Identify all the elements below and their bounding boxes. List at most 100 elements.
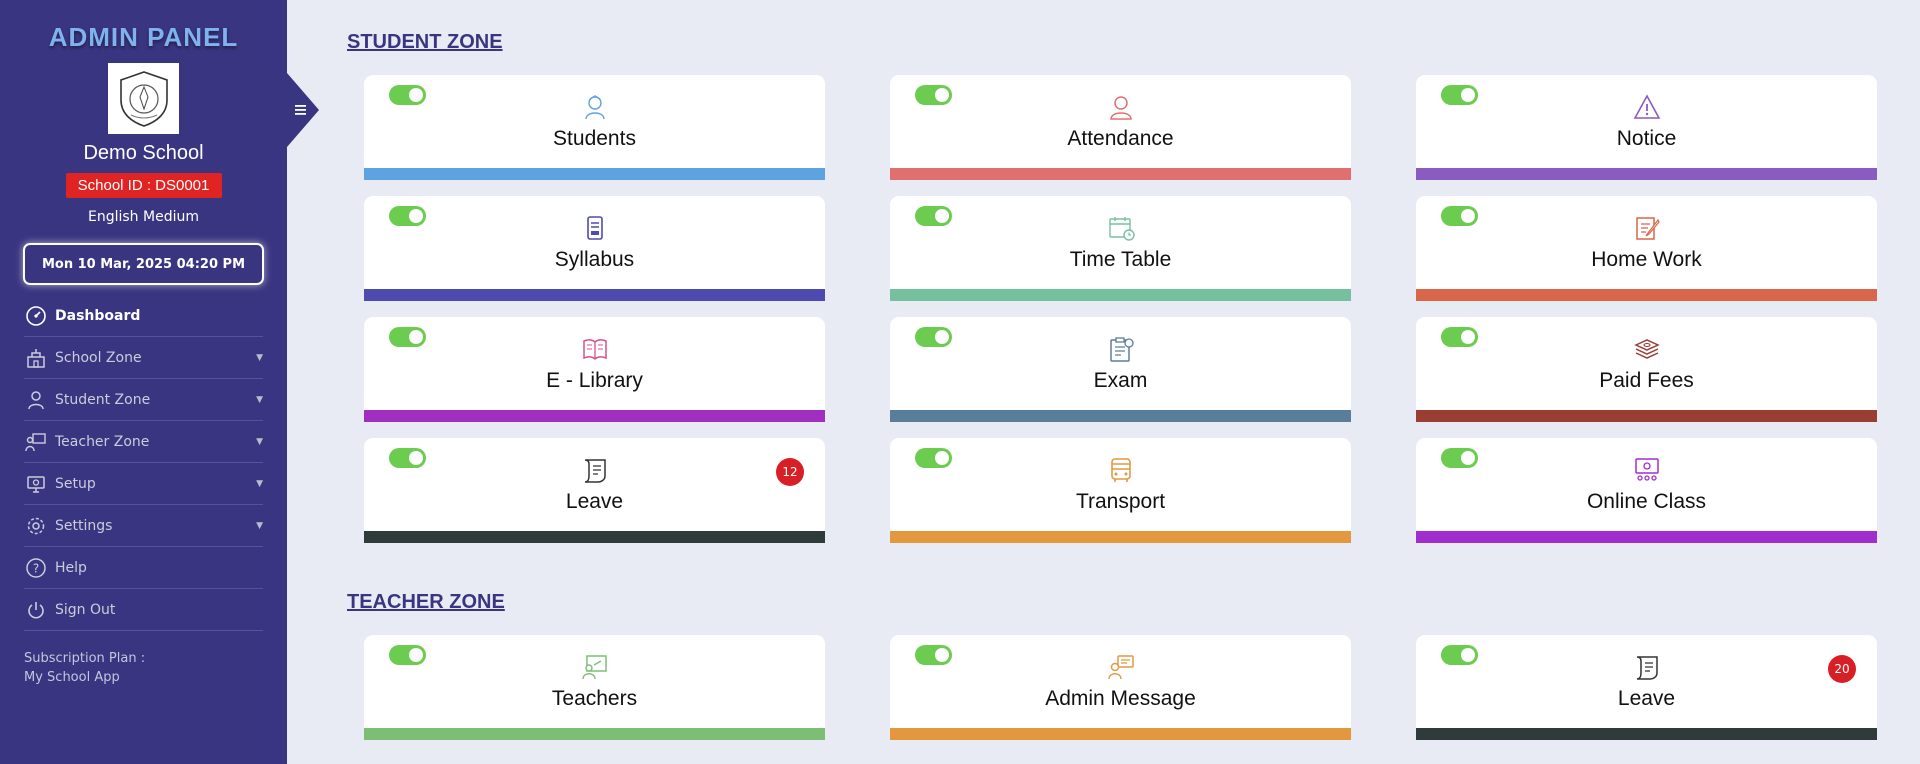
- calendar-icon: [1106, 213, 1136, 243]
- toggle-switch[interactable]: [915, 645, 952, 665]
- student-icon: [24, 388, 48, 412]
- toggle-switch[interactable]: [1441, 645, 1478, 665]
- card-notice[interactable]: Notice: [1416, 75, 1877, 180]
- card-color-bar: [1416, 289, 1877, 301]
- gear-icon: [24, 514, 48, 538]
- nav-help[interactable]: ? Help: [24, 547, 263, 589]
- card-label: Online Class: [1586, 490, 1707, 513]
- dashboard-icon: [24, 304, 48, 328]
- toggle-switch[interactable]: [1441, 85, 1478, 105]
- card-online-class[interactable]: Online Class: [1416, 438, 1877, 543]
- toggle-switch[interactable]: [1441, 327, 1478, 347]
- toggle-switch[interactable]: [915, 206, 952, 226]
- card-teachers[interactable]: Teachers: [364, 635, 825, 740]
- nav-label: Settings: [55, 517, 113, 534]
- power-icon: [24, 598, 48, 622]
- message-icon: [1106, 652, 1136, 682]
- card-color-bar: [890, 410, 1351, 422]
- school-name: Demo School: [83, 142, 204, 164]
- card-label: Leave: [1617, 687, 1676, 710]
- card-label: Students: [553, 127, 636, 150]
- nav-label: Setup: [55, 475, 96, 492]
- card-transport[interactable]: Transport: [890, 438, 1351, 543]
- card-color-bar: [1416, 531, 1877, 543]
- card-home-work[interactable]: Home Work: [1416, 196, 1877, 301]
- teacher-board-icon: [580, 652, 610, 682]
- subscription-value: My School App: [24, 670, 120, 685]
- nav-label: Student Zone: [55, 391, 151, 408]
- card-paid-fees[interactable]: Paid Fees: [1416, 317, 1877, 422]
- sidebar-toggle-button[interactable]: [287, 73, 319, 147]
- scroll-icon: [1632, 652, 1662, 682]
- toggle-switch[interactable]: [389, 645, 426, 665]
- school-crest-icon: [119, 70, 168, 127]
- attendance-icon: [1106, 92, 1136, 122]
- exam-icon: [1106, 334, 1136, 364]
- school-icon: [24, 346, 48, 370]
- card-color-bar: [364, 531, 825, 543]
- card-color-bar: [1416, 728, 1877, 740]
- toggle-switch[interactable]: [389, 327, 426, 347]
- toggle-switch[interactable]: [915, 448, 952, 468]
- card-color-bar: [1416, 410, 1877, 422]
- toggle-switch[interactable]: [915, 327, 952, 347]
- card-label: Admin Message: [1045, 687, 1196, 710]
- nav-label: Dashboard: [55, 307, 141, 324]
- card-syllabus[interactable]: Syllabus: [364, 196, 825, 301]
- notification-badge: 12: [776, 458, 804, 486]
- card-students[interactable]: Students: [364, 75, 825, 180]
- section-title-teacher-zone: TEACHER ZONE: [347, 591, 505, 613]
- toggle-switch[interactable]: [1441, 206, 1478, 226]
- card-teacher-leave[interactable]: Leave 20: [1416, 635, 1877, 740]
- card-label: Attendance: [1067, 127, 1174, 150]
- book-icon: [580, 334, 610, 364]
- sidebar: ADMIN PANEL Demo School School ID : DS00…: [0, 0, 287, 764]
- card-label: Paid Fees: [1599, 369, 1694, 392]
- nav-teacher-zone[interactable]: Teacher Zone ▼: [24, 421, 263, 463]
- nav-label: Help: [55, 559, 87, 576]
- card-label: Exam: [1093, 369, 1148, 392]
- nav-dashboard[interactable]: Dashboard: [24, 295, 263, 337]
- nav-student-zone[interactable]: Student Zone ▼: [24, 379, 263, 421]
- nav-sign-out[interactable]: Sign Out: [24, 589, 263, 631]
- toggle-switch[interactable]: [389, 206, 426, 226]
- card-color-bar: [890, 728, 1351, 740]
- card-admin-message[interactable]: Admin Message: [890, 635, 1351, 740]
- card-exam[interactable]: Exam: [890, 317, 1351, 422]
- svg-text:?: ?: [33, 561, 39, 575]
- subscription-label: Subscription Plan :: [24, 651, 146, 666]
- card-e-library[interactable]: E - Library: [364, 317, 825, 422]
- nav-label: Teacher Zone: [55, 433, 150, 450]
- card-color-bar: [364, 289, 825, 301]
- toggle-switch[interactable]: [389, 85, 426, 105]
- card-label: Syllabus: [554, 248, 635, 271]
- nav-settings[interactable]: Settings ▼: [24, 505, 263, 547]
- card-color-bar: [364, 728, 825, 740]
- card-label: Home Work: [1591, 248, 1702, 271]
- teacher-icon: [24, 430, 48, 454]
- help-icon: ?: [24, 556, 48, 580]
- nav-label: School Zone: [55, 349, 142, 366]
- homework-icon: [1632, 213, 1662, 243]
- toggle-switch[interactable]: [915, 85, 952, 105]
- card-time-table[interactable]: Time Table: [890, 196, 1351, 301]
- card-color-bar: [890, 289, 1351, 301]
- card-label: Notice: [1616, 127, 1677, 150]
- toggle-switch[interactable]: [1441, 448, 1478, 468]
- school-medium: English Medium: [88, 209, 199, 225]
- student-icon: [580, 92, 610, 122]
- toggle-switch[interactable]: [389, 448, 426, 468]
- card-label: Leave: [565, 490, 624, 513]
- notification-badge: 20: [1828, 655, 1856, 683]
- card-leave[interactable]: Leave 12: [364, 438, 825, 543]
- card-label: Transport: [1075, 490, 1166, 513]
- chevron-down-icon: ▼: [256, 394, 263, 405]
- setup-icon: [24, 472, 48, 496]
- card-attendance[interactable]: Attendance: [890, 75, 1351, 180]
- chevron-down-icon: ▼: [256, 436, 263, 447]
- money-icon: [1632, 334, 1662, 364]
- nav-school-zone[interactable]: School Zone ▼: [24, 337, 263, 379]
- nav-setup[interactable]: Setup ▼: [24, 463, 263, 505]
- card-color-bar: [364, 168, 825, 180]
- chevron-down-icon: ▼: [256, 520, 263, 531]
